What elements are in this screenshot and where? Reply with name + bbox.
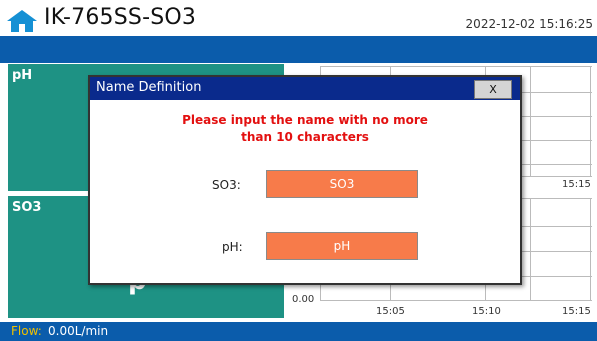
home-icon[interactable]: [7, 9, 37, 33]
so3-name-field[interactable]: SO3: [266, 170, 418, 198]
so3-name-label: SO3:: [212, 178, 241, 192]
close-button[interactable]: X: [474, 80, 512, 99]
instruction-line-1: Please input the name with no more: [182, 113, 428, 127]
page-title: IK-765SS-SO3: [44, 5, 197, 30]
ph-name-field[interactable]: pH: [266, 232, 418, 260]
name-definition-dialog: Name Definition X Please input the name …: [88, 75, 522, 285]
x-tick-label: 15:15: [562, 179, 591, 190]
x-tick-label: 15:10: [472, 306, 501, 317]
toolbar-band: [0, 36, 597, 63]
instruction-line-2: than 10 characters: [241, 130, 369, 144]
dialog-title: Name Definition: [96, 80, 202, 95]
x-tick-label: 15:15: [562, 306, 591, 317]
status-bar: Flow: 0.00L/min: [0, 322, 597, 341]
header: IK-765SS-SO3 2022-12-02 15:16:25: [0, 0, 597, 36]
instruction-message: Please input the name with no more than …: [90, 112, 520, 146]
dialog-body: Please input the name with no more than …: [90, 100, 520, 283]
datetime: 2022-12-02 15:16:25: [465, 17, 593, 31]
flow-label: Flow:: [11, 324, 42, 338]
flow-value: 0.00L/min: [48, 324, 109, 338]
so3-panel-label: SO3: [12, 200, 42, 215]
x-tick-label: 15:05: [376, 306, 405, 317]
y-tick-label: 0.00: [292, 294, 315, 305]
ph-name-label: pH:: [222, 240, 243, 254]
dialog-titlebar[interactable]: Name Definition X: [90, 77, 520, 100]
ph-panel-label: pH: [12, 68, 33, 83]
